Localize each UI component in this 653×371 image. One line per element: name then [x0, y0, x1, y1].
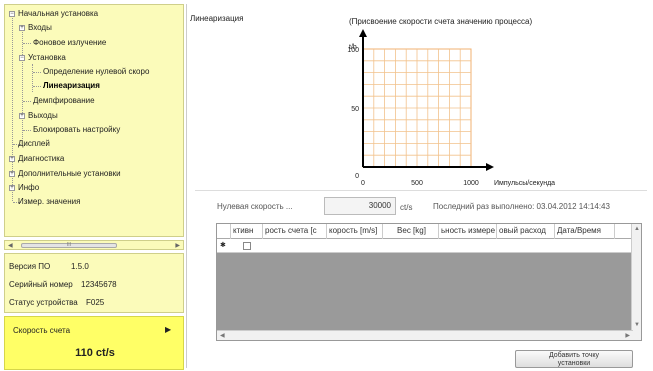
tree-item-outputs[interactable]: Выходы — [28, 111, 58, 121]
x-tick-label: 1000 — [463, 180, 479, 187]
tree-item-additional-settings[interactable]: Дополнительные установки — [18, 169, 121, 179]
tree-line — [23, 101, 31, 102]
serial-value: 12345678 — [81, 280, 117, 289]
table-vertical-scrollbar[interactable]: ▲ ▼ — [631, 224, 641, 340]
tree-line — [23, 43, 31, 44]
zero-rate-label: Нулевая скорость ... — [217, 202, 293, 211]
linearization-chart: t/hИмпульсы/секунда0 500 1000050100 — [347, 29, 555, 187]
tree-line — [33, 72, 41, 73]
tree-line — [32, 64, 33, 92]
calibration-table[interactable]: ктивн рость счета [c корость [m/s] Вес [… — [216, 223, 642, 341]
add-setpoint-label-line2: установки — [557, 360, 591, 367]
version-value: 1.5.0 — [71, 262, 89, 271]
column-header[interactable]: Вес [kg] — [383, 224, 439, 239]
table-horizontal-scrollbar[interactable]: ◀ ▶ — [217, 330, 633, 340]
tree-horizontal-scrollbar[interactable]: ◀ III ▶ — [4, 240, 184, 250]
last-executed-text: Последний раз выполнено: 03.04.2012 14:1… — [433, 202, 610, 211]
navigation-tree[interactable]: − Начальная установка + Входы Фоновое из… — [4, 4, 184, 237]
tree-line — [23, 130, 31, 131]
tree-item-damping[interactable]: Демпфирование — [33, 96, 95, 106]
expander-icon[interactable]: − — [19, 55, 25, 61]
tree-item-inputs[interactable]: Входы — [28, 23, 52, 33]
expander-icon[interactable]: + — [9, 171, 15, 177]
status-row: Статус устройства F025 — [9, 298, 104, 307]
version-label: Версия ПО — [9, 262, 51, 271]
scroll-down-icon[interactable]: ▼ — [634, 322, 640, 328]
zero-rate-field[interactable]: 30000 — [324, 197, 396, 215]
scroll-left-icon[interactable]: ◀ — [8, 242, 13, 249]
left-panel: − Начальная установка + Входы Фоновое из… — [4, 4, 184, 370]
y-axis-arrow-icon — [359, 29, 367, 37]
add-setpoint-button[interactable]: Добавить точку установки — [515, 350, 633, 368]
expand-arrow-icon[interactable]: ▶ — [165, 325, 171, 334]
count-rate-value: 110 ct/s — [75, 347, 115, 359]
tree-item-linearization[interactable]: Линеаризация — [43, 81, 100, 91]
version-row: Версия ПО 1.5.0 — [9, 262, 89, 271]
tree-item-background-radiation[interactable]: Фоновое излучение — [33, 38, 106, 48]
expander-icon[interactable]: + — [9, 185, 15, 191]
column-header[interactable]: Дата/Время — [555, 224, 615, 239]
scroll-right-icon[interactable]: ▶ — [625, 332, 630, 339]
tree-item-measured-values[interactable]: Измер. значения — [18, 197, 80, 207]
tree-item-lock-setup[interactable]: Блокировать настройку — [33, 125, 120, 135]
zero-rate-unit: ct/s — [400, 203, 413, 212]
serial-row: Серийный номер 12345678 — [9, 280, 117, 289]
table-row[interactable]: ✱ — [217, 239, 641, 253]
status-label: Статус устройства — [9, 298, 78, 307]
scroll-right-icon[interactable]: ▶ — [175, 242, 180, 249]
y-tick-label: 0 — [355, 173, 359, 180]
scrollbar-thumb[interactable]: III — [21, 243, 117, 248]
serial-label: Серийный номер — [9, 280, 73, 289]
new-row-marker-icon: ✱ — [220, 242, 226, 249]
status-value: F025 — [86, 298, 105, 307]
scroll-left-icon[interactable]: ◀ — [220, 332, 225, 339]
x-axis-title: Импульсы/секунда — [494, 180, 555, 187]
device-info-panel: Версия ПО 1.5.0 Серийный номер 12345678 … — [4, 253, 184, 313]
expander-icon[interactable]: − — [9, 11, 15, 17]
active-checkbox[interactable] — [243, 242, 251, 250]
x-tick-label: 500 — [411, 180, 423, 187]
expander-icon[interactable]: + — [19, 113, 25, 119]
count-rate-panel[interactable]: Скорость счета ▶ 110 ct/s — [4, 316, 184, 370]
tree-item-zero-rate[interactable]: Определение нулевой скоро — [43, 67, 149, 77]
add-setpoint-label-line1: Добавить точку — [548, 352, 600, 359]
tree-item-display[interactable]: Дисплей — [18, 139, 50, 149]
table-header: ктивн рость счета [c корость [m/s] Вес [… — [217, 224, 641, 239]
divider — [195, 190, 647, 191]
count-rate-label: Скорость счета — [13, 326, 71, 335]
row-header-column — [217, 224, 231, 239]
tree-item-setup[interactable]: Установка — [28, 53, 66, 63]
column-header[interactable]: овый расход — [497, 224, 555, 239]
scroll-up-icon[interactable]: ▲ — [634, 226, 640, 232]
x-axis-arrow-icon — [486, 163, 494, 171]
column-header[interactable]: ктивн — [231, 224, 263, 239]
content-panel: Линеаризация (Присвоение скорости счета … — [186, 4, 649, 368]
tree-item-initial-setup[interactable]: Начальная установка — [18, 9, 98, 19]
x-tick-label: 0 — [361, 180, 365, 187]
expander-icon[interactable]: + — [19, 25, 25, 31]
column-header[interactable]: рость счета [c — [263, 224, 327, 239]
column-header[interactable]: корость [m/s] — [327, 224, 383, 239]
tree-item-info[interactable]: Инфо — [18, 183, 39, 193]
expander-icon[interactable]: + — [9, 156, 15, 162]
y-tick-label: 100 — [347, 47, 359, 54]
column-header[interactable]: ьность измере — [439, 224, 497, 239]
y-tick-label: 50 — [351, 106, 359, 113]
tree-item-diagnostics[interactable]: Диагностика — [18, 154, 64, 164]
tree-line — [33, 86, 41, 87]
